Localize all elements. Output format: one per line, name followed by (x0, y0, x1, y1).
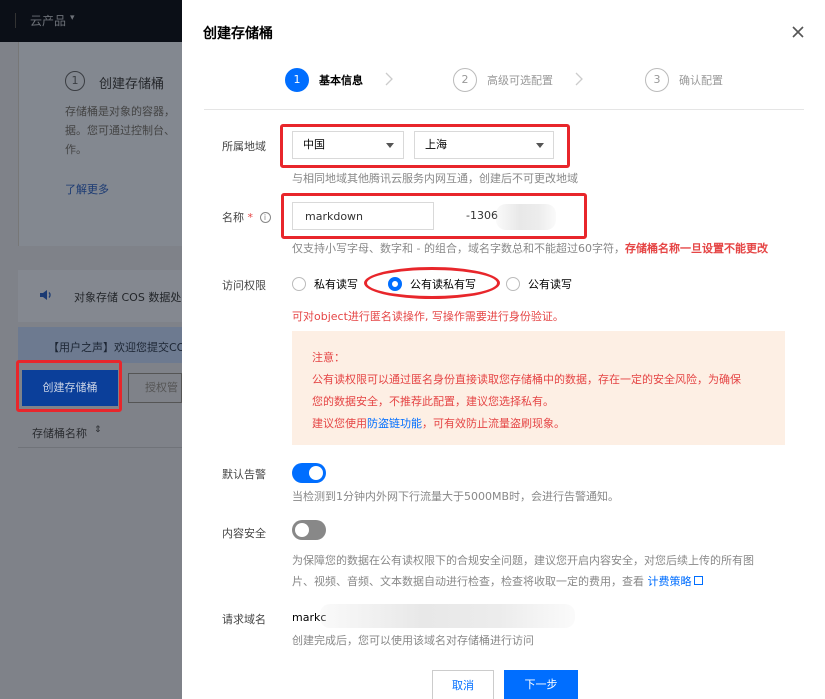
notice-line-2: 您的数据安全，不推荐此配置，建议您选择私有。 (312, 395, 554, 408)
hotlink-protection-link[interactable]: 防盗链功能 (367, 417, 422, 430)
content-security-text: 片、视频、音频、文本数据自动进行检查，检查将收取一定的费用，查看 (292, 575, 648, 588)
step-confirm: 3 确认配置 (645, 68, 723, 92)
security-notice: 注意： 公有读权限可以通过匿名身份直接读取您存储桶中的数据，存在一定的安全风险，… (292, 331, 785, 445)
content-security-label: 内容安全 (222, 527, 266, 540)
radio-circle[interactable] (506, 277, 520, 291)
region-hint: 与相同地域其他腾讯云服务内网互通，创建后不可更改地域 (292, 172, 578, 185)
bucket-table-header: 存储桶名称 ⇕ (18, 416, 182, 448)
speaker-icon (40, 290, 51, 300)
annotation-ellipse-access (364, 267, 500, 299)
name-hint: 仅支持小写字母、数字和 - 的组合，域名字数总和不能超过60字符，存储桶名称一旦… (292, 240, 768, 256)
announcement-text: 对象存储 COS 数据处 (74, 291, 182, 304)
alarm-hint: 当检测到1分钟内外网下行流量大于5000MB时，会进行告警通知。 (292, 490, 620, 503)
toggle-knob (309, 466, 323, 480)
radio-public-read-write[interactable]: 公有读写 (506, 276, 572, 292)
content-security-toggle[interactable] (292, 520, 326, 540)
annotation-box-region (280, 124, 570, 168)
redacted-domain (320, 604, 575, 628)
name-label: 名称 * i (222, 209, 271, 225)
auth-manage-button[interactable]: 授权管 (128, 373, 182, 403)
learn-more-link[interactable]: 了解更多 (65, 181, 109, 197)
toggle-knob (295, 523, 309, 537)
close-icon[interactable] (788, 22, 808, 42)
alarm-toggle[interactable] (292, 463, 326, 483)
create-bucket-modal: 创建存储桶 1 基本信息 2 高级可选配置 3 确认配置 所属地域 中国 上海 … (182, 0, 825, 699)
step-number: 3 (645, 68, 669, 92)
guide-description: 存储桶是对象的容器， 据。您可通过控制台、 作。 (65, 105, 175, 156)
name-hint-text: 仅支持小写字母、数字和 - 的组合，域名字数总和不能超过60字符， (292, 242, 625, 255)
domain-hint: 创建完成后，您可以使用该域名对存储桶进行访问 (292, 634, 534, 647)
notice-line-1: 公有读权限可以通过匿名身份直接读取您存储桶中的数据，存在一定的安全风险，为确保 (312, 373, 741, 386)
notice-text: ，可有效防止流量盗刷现象。 (422, 417, 565, 430)
radio-label: 私有读写 (314, 278, 358, 291)
sort-icon[interactable]: ⇕ (94, 425, 102, 435)
announcement-bar: 对象存储 COS 数据处 (18, 270, 182, 322)
step-number: 1 (285, 68, 309, 92)
radio-label: 公有读写 (528, 278, 572, 291)
step-label: 确认配置 (679, 74, 723, 87)
name-hint-warning: 存储桶名称一旦设置不能更改 (624, 242, 768, 255)
annotation-box-create (16, 360, 122, 412)
step-label: 基本信息 (319, 74, 363, 87)
radio-circle[interactable] (292, 277, 306, 291)
content-security-line-1: 为保障您的数据在公有读权限下的合规安全问题，建议您开启内容安全，对您后续上传的所… (292, 554, 754, 567)
step-advanced: 2 高级可选配置 (453, 68, 553, 92)
modal-title: 创建存储桶 (203, 26, 273, 42)
notice-line-3: 建议您使用防盗链功能，可有效防止流量盗刷现象。 (312, 413, 765, 435)
chevron-right-icon (575, 72, 583, 86)
notice-text: 建议您使用 (312, 417, 367, 430)
navbar-divider (15, 13, 16, 28)
notice-title: 注意： (312, 351, 345, 364)
domain-label: 请求域名 (222, 613, 266, 626)
access-warning: 可对object进行匿名读操作, 写操作需要进行身份验证。 (292, 310, 564, 323)
chevron-right-icon (385, 72, 393, 86)
alarm-label: 默认告警 (222, 468, 266, 481)
cancel-button[interactable]: 取消 (432, 670, 494, 699)
access-label: 访问权限 (222, 279, 266, 292)
column-bucket-name[interactable]: 存储桶名称 (32, 425, 87, 441)
guide-step-number: 1 (65, 71, 85, 91)
user-voice-text: 【用户之声】欢迎您提交CO (48, 341, 186, 354)
chevron-down-icon: ▾ (70, 13, 75, 23)
help-icon[interactable]: i (259, 212, 271, 223)
user-voice-banner: 【用户之声】欢迎您提交CO (18, 327, 186, 363)
content-security-hint: 为保障您的数据在公有读权限下的合规安全问题，建议您开启内容安全，对您后续上传的所… (292, 550, 792, 592)
product-menu[interactable]: 云产品 (30, 12, 66, 29)
content-security-line-2: 片、视频、音频、文本数据自动进行检查，检查将收取一定的费用，查看 计费策略 (292, 571, 792, 592)
guide-step-title: 创建存储桶 (99, 77, 165, 92)
next-button[interactable]: 下一步 (504, 670, 578, 699)
step-label: 高级可选配置 (487, 74, 553, 87)
name-label-text: 名称 (222, 211, 244, 224)
region-label: 所属地域 (222, 140, 266, 153)
required-mark: * (247, 211, 254, 224)
step-basic-info: 1 基本信息 (285, 68, 363, 92)
billing-policy-link[interactable]: 计费策略 (648, 575, 692, 588)
annotation-box-name (281, 193, 587, 239)
stepper: 1 基本信息 2 高级可选配置 3 确认配置 (204, 58, 804, 110)
radio-private[interactable]: 私有读写 (292, 276, 358, 292)
step-number: 2 (453, 68, 477, 92)
guide-card: 1 创建存储桶 存储桶是对象的容器， 据。您可通过控制台、 作。 了解更多 (18, 42, 182, 246)
external-link-icon[interactable] (693, 576, 703, 585)
